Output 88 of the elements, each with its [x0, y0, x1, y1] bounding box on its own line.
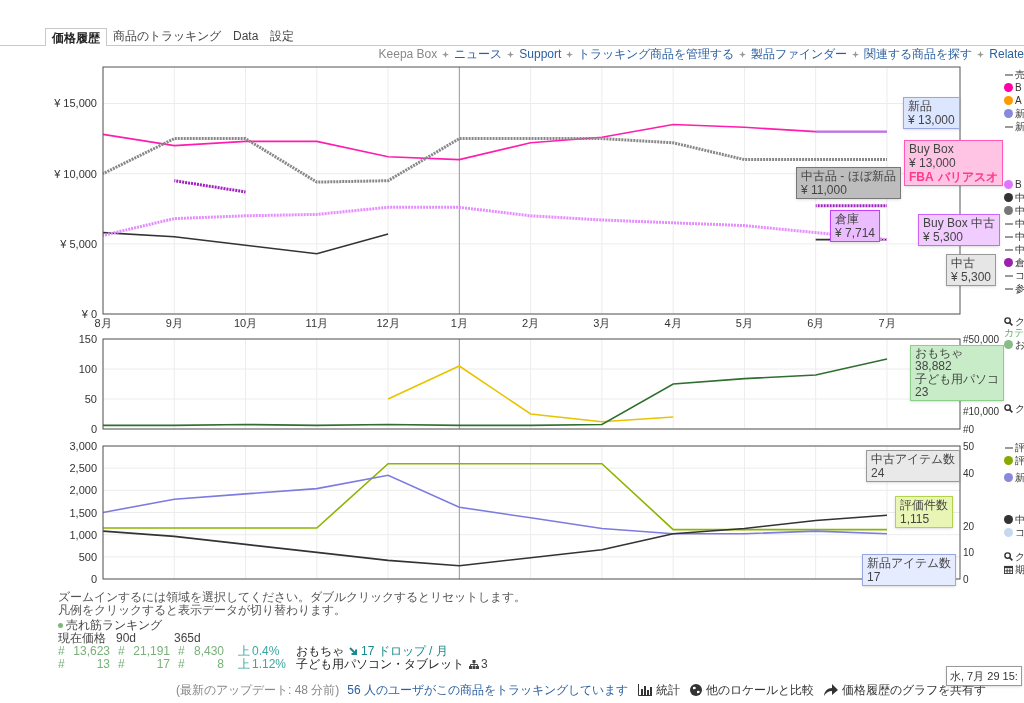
hash-sign: #	[118, 658, 125, 671]
tooltip-text: ¥ 13,000	[909, 156, 957, 170]
legend-heading: カテ	[1004, 328, 1024, 338]
tooltip-text: 中古	[951, 256, 976, 270]
tooltip-text: 38,882	[915, 360, 953, 373]
axis-label: 1,000	[69, 528, 97, 541]
date-label: 水, 7月 29 15:	[946, 666, 1022, 686]
axis-label: 7月	[878, 317, 896, 329]
axis-label: 3,000	[69, 440, 97, 452]
axis-label: ¥ 15,000	[54, 97, 97, 110]
axis-label: 50	[963, 441, 975, 452]
hash-sign: #	[58, 658, 65, 671]
hash-sign: #	[58, 645, 65, 658]
change-value: 1.12%	[252, 658, 288, 671]
tooltip-text: 新品	[908, 99, 933, 113]
axis-label: 11月	[305, 317, 328, 329]
axis-label: 1月	[450, 317, 468, 329]
tooltip-text: バリアスオ	[937, 170, 998, 184]
tooltip-text: 17	[867, 570, 882, 584]
axis-label: 5月	[735, 317, 753, 329]
rank-value: 13	[96, 658, 110, 671]
tooltip-text: 24	[871, 466, 886, 480]
axis-label: 3月	[593, 317, 611, 329]
tooltip-text: ¥ 5,300	[951, 270, 992, 284]
drops-text: 17 ドロップ / 月	[361, 645, 448, 658]
hint-text: ズームインするには領域を選択してください。ダブルクリックするとリセットします。	[58, 591, 527, 604]
axis-label: ¥ 5,000	[60, 237, 97, 250]
axis-label: #10,000	[963, 406, 1000, 417]
rank-value: 8	[217, 658, 224, 671]
rank-value: 21,191	[133, 645, 170, 658]
tooltip-text: 倉庫	[835, 212, 860, 226]
tooltip-text: 中古品 - ほぼ新品	[801, 169, 896, 183]
column-header: 90d	[116, 632, 138, 645]
axis-label: 0	[90, 423, 97, 435]
axis-label: 2,000	[69, 484, 97, 497]
hash-sign: #	[178, 645, 185, 658]
tracking-text: 56 人のユーザがこの商品をトラッキングしています	[347, 682, 629, 699]
tooltip-text: ¥ 7,714	[835, 226, 876, 240]
tooltip-text: FBA	[909, 170, 934, 184]
axis-label: 4月	[664, 317, 682, 329]
axis-label: 2月	[522, 317, 540, 329]
tooltip-text: 1,115	[900, 512, 931, 526]
axis-label: 150	[78, 334, 97, 345]
hash-sign: #	[118, 645, 125, 658]
tooltip-text: ¥ 5,300	[923, 230, 965, 244]
tooltip-text: Buy Box	[909, 142, 955, 156]
axis-label: 40	[963, 467, 975, 479]
tooltip-text: ¥ 13,000	[908, 113, 955, 127]
axis-label: 9月	[165, 317, 183, 329]
rank-value: 8,430	[193, 645, 224, 658]
tooltip-text: 評価件数	[900, 498, 948, 512]
axis-label: 50	[84, 393, 97, 405]
axis-label: 10月	[233, 317, 258, 329]
tooltip-text: ¥ 11,000	[801, 183, 848, 197]
hash-sign: #	[178, 658, 185, 671]
axis-label: 12月	[376, 317, 400, 329]
tooltip-text: 中古アイテム数	[871, 452, 955, 466]
axis-label: 0	[90, 573, 97, 585]
update-text: (最新のアップデート: 48 分前)	[176, 682, 340, 699]
tooltip-text: おもちゃ	[915, 347, 964, 360]
rank-value: 17	[156, 658, 170, 671]
axis-label: 6月	[807, 317, 825, 329]
axis-label: ¥ 10,000	[54, 167, 97, 180]
tooltip-text: 新品アイテム数	[867, 556, 951, 570]
axis-label: 100	[78, 363, 97, 375]
nav-text: Keepa Box	[378, 47, 438, 61]
axis-label: 8月	[94, 317, 112, 329]
tooltip-text: Buy Box 中古	[923, 216, 996, 230]
axis-label: 20	[963, 520, 975, 532]
tooltip-text: 子ども用パソコ	[915, 373, 999, 386]
column-header: 365d	[174, 632, 202, 645]
axis-label: 0	[963, 574, 969, 585]
tooltip-text: 23	[915, 386, 930, 399]
change-value: 0.4%	[252, 645, 281, 658]
axis-label: #50,000	[963, 334, 1000, 345]
trend-label: 上	[237, 645, 251, 658]
section-title: 売れ筋ランキング	[66, 619, 162, 632]
hint-text: 凡例をクリックすると表示データが切り替わります。	[58, 604, 347, 617]
axis-label: ¥ 0	[81, 308, 97, 320]
axis-label: 10	[963, 547, 975, 559]
axis-label: 1,500	[69, 506, 97, 519]
subcategory-count: 3	[481, 658, 488, 671]
axis-label: 500	[78, 550, 97, 563]
trend-label: 上	[237, 658, 251, 671]
axis-label: 2,500	[69, 462, 97, 475]
rank-value: 13,623	[73, 645, 110, 658]
axis-label: #0	[963, 424, 975, 435]
column-header: 現在価格	[58, 632, 107, 645]
